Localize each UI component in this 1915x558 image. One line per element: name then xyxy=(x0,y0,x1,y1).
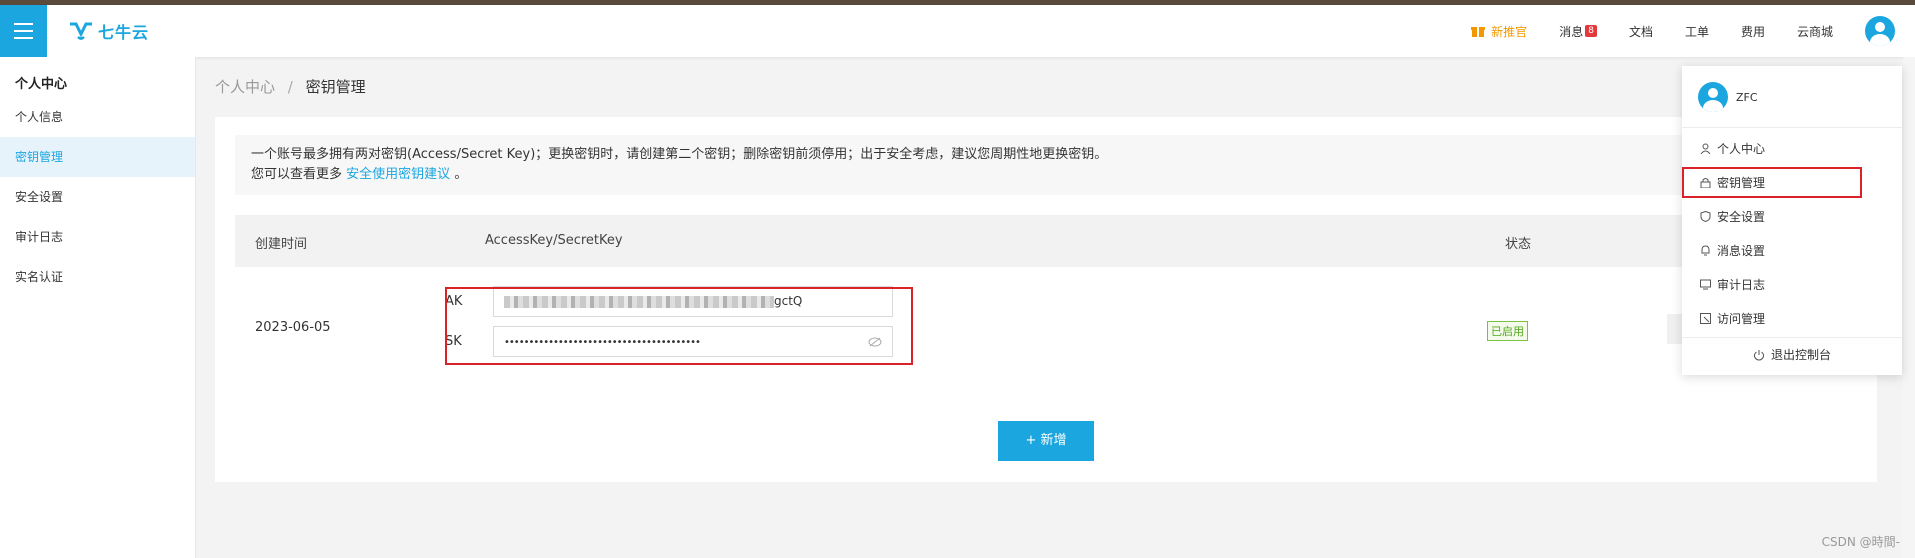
dropdown-divider xyxy=(1682,127,1902,128)
notice-line-2: 您可以查看更多 安全使用密钥建议 。 xyxy=(251,165,1841,185)
breadcrumb: 个人中心 / 密钥管理 xyxy=(215,76,366,97)
dropdown-item-label: 安全设置 xyxy=(1717,209,1766,224)
add-key-button[interactable]: + 新增 xyxy=(998,421,1094,461)
dropdown-username: ZFC xyxy=(1736,90,1758,104)
table-header: 创建时间 AccessKey/SecretKey 状态 操 xyxy=(235,215,1857,267)
qiniu-logo[interactable]: 七牛云 xyxy=(68,19,149,43)
page-scrollbar[interactable] xyxy=(1903,57,1915,558)
avatar-head xyxy=(1875,22,1885,32)
power-icon xyxy=(1753,349,1765,361)
dropdown-item-security[interactable]: 安全设置 xyxy=(1700,206,1765,226)
hamburger-menu-button[interactable] xyxy=(0,5,47,57)
dropdown-avatar xyxy=(1698,82,1728,112)
notice-prefix: 您可以查看更多 xyxy=(251,167,343,182)
sidebar-title: 个人中心 xyxy=(15,77,68,92)
sidebar-item-keys[interactable]: 密钥管理 xyxy=(0,137,195,177)
logout-button[interactable]: 退出控制台 xyxy=(1682,346,1902,363)
menu-icon-line xyxy=(14,37,33,39)
access-icon xyxy=(1700,312,1711,324)
sidebar-item-security[interactable]: 安全设置 xyxy=(0,177,195,217)
dropdown-item-access[interactable]: 访问管理 xyxy=(1700,308,1765,328)
dropdown-item-label: 个人中心 xyxy=(1717,141,1766,156)
monitor-icon xyxy=(1700,279,1711,289)
sidebar-item-profile[interactable]: 个人信息 xyxy=(0,97,195,137)
dropdown-divider xyxy=(1682,337,1902,338)
user-avatar[interactable] xyxy=(1865,16,1895,46)
status-badge: 已启用 xyxy=(1487,321,1528,341)
messages-label: 消息 xyxy=(1559,24,1584,39)
breadcrumb-current: 密钥管理 xyxy=(305,78,366,96)
menu-icon-line xyxy=(14,30,33,32)
avatar-body xyxy=(1870,34,1890,46)
sidebar-item-verification[interactable]: 实名认证 xyxy=(0,257,195,297)
dropdown-item-label: 审计日志 xyxy=(1717,277,1766,292)
sidebar-item-audit-log[interactable]: 审计日志 xyxy=(0,217,195,257)
dropdown-item-label: 消息设置 xyxy=(1717,243,1766,258)
billing-link[interactable]: 费用 xyxy=(1741,23,1765,40)
top-header: 七牛云 新推官 消息 8 文档 工单 费用 云商城 xyxy=(0,5,1915,57)
keys-panel: 一个账号最多拥有两对密钥(Access/Secret Key)；更换密钥时，请创… xyxy=(215,117,1877,482)
messages-link[interactable]: 消息 8 xyxy=(1559,23,1597,40)
user-icon xyxy=(1700,143,1711,154)
bell-icon xyxy=(1701,244,1710,255)
avatar-body xyxy=(1703,100,1723,112)
messages-count-badge: 8 xyxy=(1585,25,1597,37)
header-nav: 新推官 消息 8 文档 工单 费用 云商城 xyxy=(1471,5,1915,57)
breadcrumb-parent[interactable]: 个人中心 xyxy=(215,78,275,96)
breadcrumb-separator: / xyxy=(287,78,293,96)
dropdown-item-label: 访问管理 xyxy=(1717,311,1766,326)
shield-icon xyxy=(1700,210,1711,222)
header-keys: AccessKey/SecretKey xyxy=(485,233,623,248)
user-dropdown-menu: ZFC 个人中心 密钥管理 安全设置 消息设置 审计日志 访问管理 退出控制台 xyxy=(1682,66,1902,375)
watermark: CSDN @時間- xyxy=(1821,535,1900,549)
dropdown-item-profile[interactable]: 个人中心 xyxy=(1700,138,1765,158)
promo-link[interactable]: 新推官 xyxy=(1471,23,1527,40)
notice-line-1: 一个账号最多拥有两对密钥(Access/Secret Key)；更换密钥时，请创… xyxy=(251,147,1108,162)
gift-icon xyxy=(1471,27,1486,37)
logo-text: 七牛云 xyxy=(98,23,150,42)
dropdown-item-audit-log[interactable]: 审计日志 xyxy=(1700,274,1765,294)
dropdown-user-info: ZFC xyxy=(1698,82,1758,112)
avatar-head xyxy=(1708,88,1718,98)
logo-icon xyxy=(70,22,92,40)
key-notice: 一个账号最多拥有两对密钥(Access/Secret Key)；更换密钥时，请创… xyxy=(235,135,1857,195)
keys-highlight-box xyxy=(445,287,913,365)
keys-menu-highlight-box xyxy=(1682,167,1862,198)
key-created-date: 2023-06-05 xyxy=(255,320,331,335)
promo-label: 新推官 xyxy=(1491,24,1528,39)
logout-label: 退出控制台 xyxy=(1770,348,1831,362)
notice-suffix: 。 xyxy=(454,167,468,182)
store-link[interactable]: 云商城 xyxy=(1797,23,1833,40)
menu-icon xyxy=(14,23,33,25)
header-created-time: 创建时间 xyxy=(255,237,308,252)
security-advice-link[interactable]: 安全使用密钥建议 xyxy=(346,167,450,182)
header-status: 状态 xyxy=(1505,237,1532,252)
sidebar: 个人中心 个人信息 密钥管理 安全设置 审计日志 实名认证 xyxy=(0,57,196,558)
docs-link[interactable]: 文档 xyxy=(1629,23,1653,40)
dropdown-item-notifications[interactable]: 消息设置 xyxy=(1700,240,1765,260)
tickets-link[interactable]: 工单 xyxy=(1685,23,1709,40)
